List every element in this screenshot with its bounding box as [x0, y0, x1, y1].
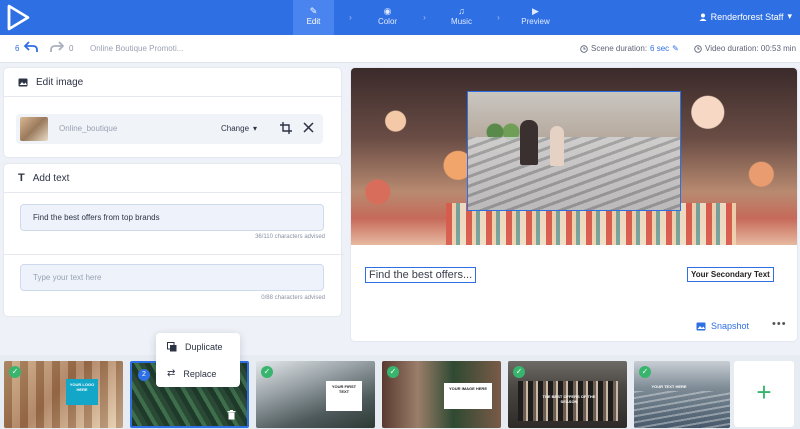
check-icon: ✓ [639, 366, 651, 378]
text-field-2-placeholder: Type your text here [33, 273, 102, 282]
add-text-title: Add text [32, 172, 70, 184]
preview-text-primary[interactable]: Find the best offers... [365, 267, 477, 283]
renderforest-logo-icon[interactable] [6, 4, 32, 31]
change-image-dropdown[interactable]: Change ▾ [221, 124, 257, 133]
undo-count: 6 [15, 44, 20, 53]
scene-duration-value[interactable]: 6 sec [650, 44, 669, 53]
close-icon[interactable] [303, 122, 314, 133]
selected-image-frame[interactable] [467, 91, 681, 211]
add-text-header: T Add text [4, 164, 341, 193]
scene-thumbnail-5[interactable]: ✓ THE BEST OFFERS OF THE SEASON [508, 361, 627, 428]
trash-icon[interactable] [227, 410, 236, 420]
text-field-1-value: Find the best offers from top brands [33, 213, 160, 222]
user-menu[interactable]: Renderforest Staff ▾ [699, 11, 792, 22]
step-color-label: Color [377, 17, 398, 26]
edit-image-title: Edit image [36, 76, 84, 88]
music-note-icon: ♫ [458, 6, 465, 16]
text-icon: T [18, 172, 25, 184]
scene-6-water [634, 391, 730, 428]
scene-1-card: YOUR LOGO HERE [66, 379, 98, 405]
more-options-icon[interactable]: ••• [772, 318, 787, 330]
replace-menu-item[interactable]: ⇄ Replace [156, 360, 240, 387]
check-icon: ✓ [261, 366, 273, 378]
undo-icon[interactable] [24, 41, 38, 53]
clock-icon [694, 44, 702, 53]
photo-figure [520, 120, 538, 165]
scene-preview: Find the best offers... Your Secondary T… [351, 68, 797, 341]
edit-image-header: Edit image [4, 68, 341, 97]
scene-1-background [4, 361, 123, 428]
add-scene-button[interactable]: + [734, 361, 794, 427]
step-color[interactable]: ◉ Color [367, 0, 408, 35]
editor-steps: ✎ Edit › ◉ Color › ♫ Music › ▶ Preview [293, 0, 556, 35]
change-label: Change [221, 124, 250, 133]
step-preview-label: Preview [521, 17, 550, 26]
clock-icon [580, 44, 588, 53]
scene-thumbnail-1[interactable]: ✓ YOUR LOGO HERE [4, 361, 123, 428]
pencil-icon[interactable]: ✎ [672, 44, 679, 53]
edit-image-panel: Edit image Online_boutique Change ▾ [4, 68, 341, 157]
swap-icon: ⇄ [167, 368, 176, 379]
text-field-1-hint: 36/110 characters advised [255, 234, 325, 240]
photo-escalator [468, 137, 680, 210]
step-edit-label: Edit [306, 17, 321, 26]
scene-5-card: THE BEST OFFERS OF THE SEASON [542, 394, 596, 404]
palette-icon: ◉ [383, 6, 392, 16]
step-preview[interactable]: ▶ Preview [515, 0, 556, 35]
check-icon: ✓ [387, 366, 399, 378]
add-text-panel: T Add text Find the best offers from top… [4, 164, 344, 316]
step-music-label: Music [451, 17, 472, 26]
step-music[interactable]: ♫ Music [441, 0, 482, 35]
scene-6-card: YOUR TEXT HERE [651, 384, 687, 389]
scene-thumbnail-4[interactable]: ✓ YOUR IMAGE HERE [382, 361, 501, 428]
image-name: Online_boutique [59, 124, 118, 133]
replace-label: Replace [183, 368, 217, 379]
play-icon: ▶ [532, 6, 539, 16]
image-icon [18, 78, 28, 86]
text-field-1[interactable]: Find the best offers from top brands [20, 204, 324, 231]
step-edit[interactable]: ✎ Edit [293, 0, 334, 35]
divider [4, 254, 344, 255]
image-selector: Online_boutique Change ▾ [16, 114, 323, 144]
photo-figure [550, 126, 564, 166]
editor-toolbar: 6 0 Online Boutique Promoti... Scene dur… [0, 35, 800, 63]
top-navigation-bar: ✎ Edit › ◉ Color › ♫ Music › ▶ Preview R… [0, 0, 800, 35]
scene-timeline: ✓ YOUR LOGO HERE 2 ✓ YOUR FIRST TEXT ✓ Y… [0, 355, 800, 429]
image-thumbnail[interactable] [20, 117, 48, 141]
check-icon: ✓ [513, 366, 525, 378]
scene-number-badge: 2 [138, 369, 150, 381]
preview-text-secondary[interactable]: Your Secondary Text [687, 267, 774, 282]
text-field-2-hint: 0/88 characters advised [261, 295, 325, 301]
chevron-right-icon: › [349, 13, 352, 22]
duplicate-label: Duplicate [185, 341, 223, 352]
scene-4-card: YOUR IMAGE HERE [444, 383, 492, 409]
scene-duration: Scene duration: 6 sec ✎ [580, 44, 679, 53]
scene-thumbnail-6[interactable]: ✓ YOUR TEXT HERE [634, 361, 730, 428]
video-duration-label: Video duration: 00:53 min [705, 44, 797, 53]
caret-down-icon: ▾ [253, 124, 258, 133]
duplicate-menu-item[interactable]: Duplicate [156, 333, 240, 360]
chevron-down-icon: ▾ [787, 11, 792, 21]
scene-3-card: YOUR FIRST TEXT [326, 381, 362, 411]
snapshot-label: Snapshot [711, 321, 750, 331]
scene-thumbnail-3[interactable]: ✓ YOUR FIRST TEXT [256, 361, 375, 428]
chevron-right-icon: › [497, 13, 500, 22]
check-icon: ✓ [9, 366, 21, 378]
chevron-right-icon: › [423, 13, 426, 22]
crop-icon[interactable] [280, 122, 292, 134]
scene-duration-label: Scene duration: [591, 44, 648, 53]
user-name: Renderforest Staff [710, 11, 784, 22]
snapshot-button[interactable]: Snapshot [696, 321, 749, 331]
scene-context-menu: Duplicate ⇄ Replace [156, 333, 240, 387]
pencil-icon: ✎ [309, 6, 318, 16]
text-field-2[interactable]: Type your text here [20, 264, 324, 291]
user-icon [699, 13, 707, 21]
project-title[interactable]: Online Boutique Promoti... [90, 44, 183, 53]
redo-count: 0 [69, 44, 74, 53]
image-icon [696, 322, 706, 330]
redo-icon[interactable] [50, 41, 64, 53]
duplicate-icon [167, 341, 177, 351]
video-duration: Video duration: 00:53 min [694, 44, 796, 53]
